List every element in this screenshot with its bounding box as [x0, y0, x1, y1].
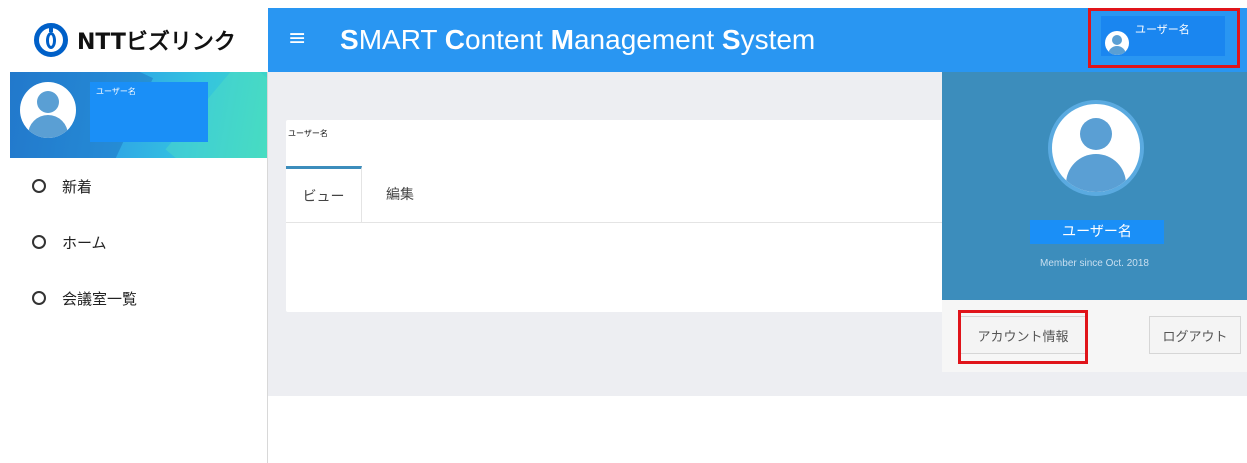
app-title: SMART Content Management System	[340, 24, 816, 55]
tab-edit[interactable]: 編集	[362, 166, 438, 222]
sidebar-nav: 新着 ホーム 会議室一覧	[10, 158, 267, 326]
user-dropdown: ユーザー名 Member since Oct. 2018 アカウント情報 ログア…	[942, 72, 1247, 372]
card-title: ユーザー名	[288, 129, 328, 138]
sidebar-item-new[interactable]: 新着	[10, 158, 267, 214]
account-info-button[interactable]: アカウント情報	[958, 316, 1088, 354]
user-card: ユーザー名 ビュー 編集	[286, 120, 986, 312]
user-menu-button[interactable]: ユーザー名	[1088, 8, 1240, 68]
circle-icon	[32, 291, 46, 305]
logout-button[interactable]: ログアウト	[1149, 316, 1241, 354]
dropdown-avatar-icon	[1048, 100, 1144, 196]
top-bar: ≡ SMART Content Management System ユーザー名	[268, 8, 1247, 72]
tab-bar: ビュー 編集	[286, 166, 986, 223]
dropdown-footer: アカウント情報 ログアウト	[942, 300, 1247, 372]
sidebar-avatar-icon	[20, 82, 76, 138]
circle-icon	[32, 235, 46, 249]
ntt-logo-icon	[34, 23, 68, 57]
sidebar-item-label: ホーム	[62, 233, 107, 252]
sidebar-item-meeting-rooms[interactable]: 会議室一覧	[10, 270, 267, 326]
sidebar-item-label: 会議室一覧	[62, 289, 138, 308]
sidebar-item-label: 新着	[62, 177, 93, 196]
user-avatar-icon	[1105, 31, 1129, 55]
logo-text: NTTビズリンク	[77, 30, 236, 55]
sidebar-user-name: ユーザー名	[96, 87, 136, 96]
sidebar-user-name-box: ユーザー名	[90, 82, 208, 142]
sidebar: ユーザー名 新着 ホーム 会議室一覧	[10, 72, 268, 463]
dropdown-user-name: ユーザー名	[1030, 220, 1164, 244]
user-menu-name: ユーザー名	[1135, 23, 1190, 36]
member-since-text: Member since Oct. 2018	[1040, 258, 1149, 269]
tab-view[interactable]: ビュー	[286, 166, 362, 222]
sidebar-profile: ユーザー名	[10, 72, 267, 158]
dropdown-header: ユーザー名 Member since Oct. 2018	[942, 72, 1247, 300]
hamburger-menu-icon[interactable]: ≡	[288, 28, 306, 50]
circle-icon	[32, 179, 46, 193]
sidebar-item-home[interactable]: ホーム	[10, 214, 267, 270]
logo[interactable]: NTTビズリンク	[10, 8, 267, 72]
